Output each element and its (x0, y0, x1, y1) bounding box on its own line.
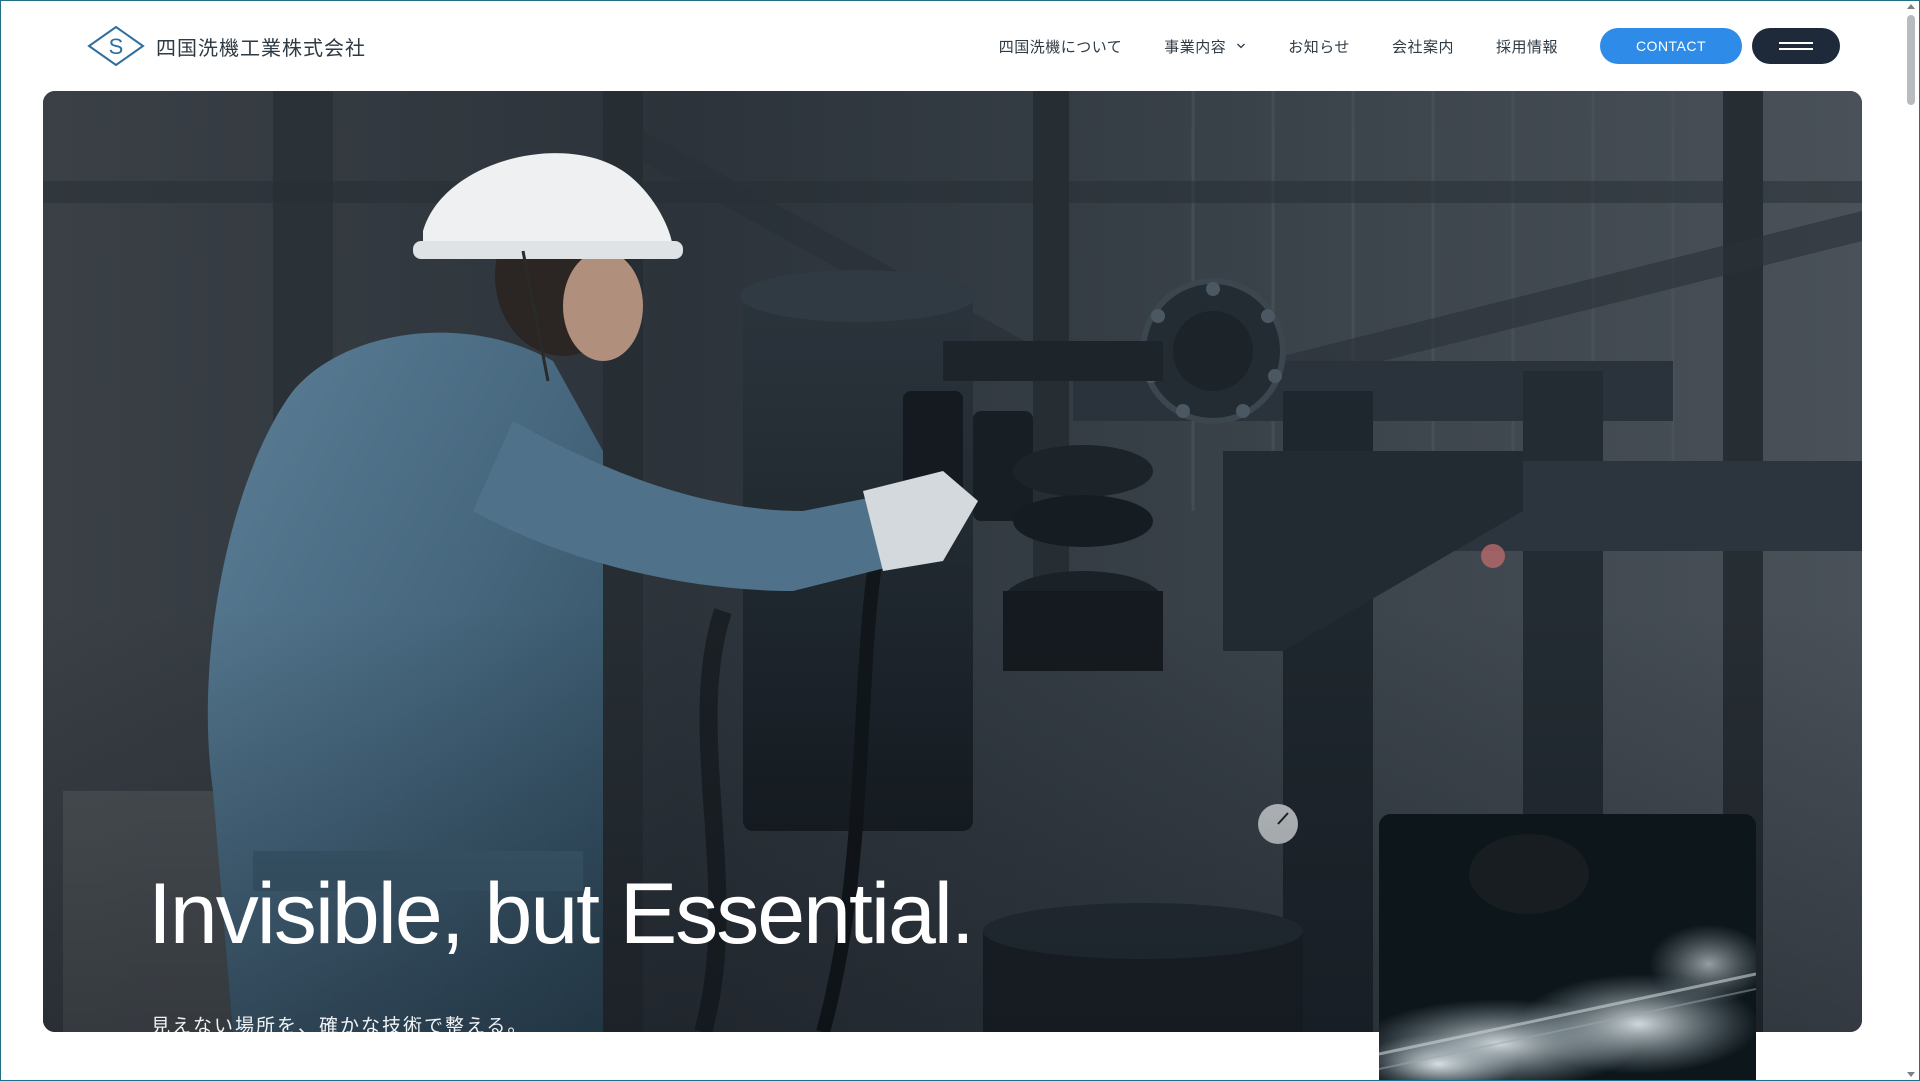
nav-item-label: 事業内容 (1164, 37, 1227, 56)
site-header: S 四国洗機工業株式会社 四国洗機について 事業内容 お知らせ 会社案内 採用情… (0, 0, 1920, 92)
nav-item-label: 会社案内 (1391, 37, 1454, 56)
nav-item-news[interactable]: お知らせ (1288, 36, 1350, 57)
logo-text: 四国洗機工業株式会社 (156, 35, 366, 60)
logo-diamond-icon: S (87, 25, 145, 67)
nav-item-label: 四国洗機について (998, 37, 1123, 56)
nav-item-label: お知らせ (1288, 37, 1350, 56)
page-scrollbar[interactable] (1903, 1, 1919, 1080)
contact-button[interactable]: CONTACT (1600, 28, 1742, 64)
nav-item-about[interactable]: 四国洗機について (999, 36, 1123, 57)
site-logo[interactable]: S 四国洗機工業株式会社 (86, 24, 366, 68)
feature-thumbnail[interactable] (1379, 814, 1756, 1081)
main-nav: 四国洗機について 事業内容 お知らせ 会社案内 採用情報 CONTACT (999, 28, 1840, 64)
logo-letter: S (109, 34, 124, 59)
nav-item-company[interactable]: 会社案内 (1392, 36, 1454, 57)
scroll-up-arrow-icon[interactable] (1907, 4, 1915, 9)
nav-item-services[interactable]: 事業内容 (1164, 36, 1246, 57)
chevron-down-icon (1237, 43, 1246, 49)
scrollbar-thumb[interactable] (1907, 15, 1915, 105)
hamburger-icon (1779, 42, 1813, 50)
steam-image (1379, 814, 1756, 1081)
hero-subtitle: 見えない場所を、確かな技術で整える。 (151, 1015, 529, 1032)
nav-item-label: 採用情報 (1495, 37, 1558, 56)
hero-title: Invisible, but Essential. (148, 866, 975, 962)
nav-item-recruit[interactable]: 採用情報 (1496, 36, 1558, 57)
menu-button[interactable] (1752, 28, 1840, 64)
scroll-down-arrow-icon[interactable] (1907, 1072, 1915, 1077)
